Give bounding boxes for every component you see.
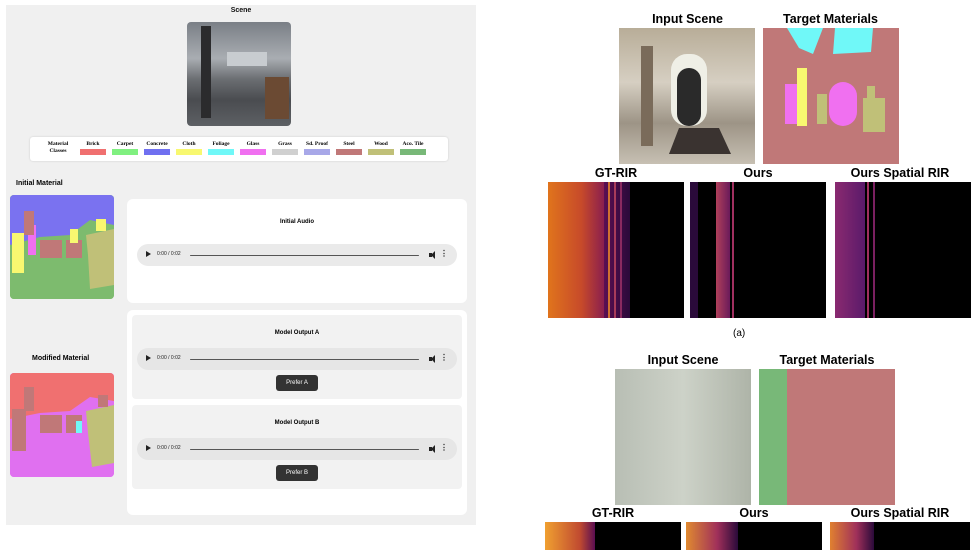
model-outputs-card: Model Output A 0:00 / 0:02 ⋮ Prefer A Mo… <box>127 310 467 515</box>
legend-item-brick: Brick <box>78 141 108 155</box>
legend-header: Material Classes <box>47 141 69 154</box>
fig-a-ours-label: Ours <box>743 166 773 180</box>
prefer-a-button[interactable]: Prefer A <box>276 375 318 391</box>
legend-item-sdproof: Sd. Proof <box>302 141 332 155</box>
model-output-a-title: Model Output A <box>274 330 320 336</box>
prefer-b-button[interactable]: Prefer B <box>276 465 318 481</box>
initial-material-map <box>10 195 114 299</box>
audio-time: 0:00 / 0:02 <box>157 355 181 361</box>
fig-a-caption: (a) <box>733 328 746 339</box>
more-options-icon[interactable]: ⋮ <box>440 250 448 258</box>
survey-panel: Scene Material Classes Brick Carpet Conc… <box>6 5 476 525</box>
fig-a-gt-rir-label: GT-RIR <box>594 166 638 180</box>
fig-a-target-materials-label: Target Materials <box>783 12 878 26</box>
fig-b-ours-label: Ours <box>739 506 769 520</box>
material-legend: Material Classes Brick Carpet Concrete C… <box>30 137 448 161</box>
fig-a-ours-spatial-spectrogram <box>835 182 971 318</box>
model-output-b-title: Model Output B <box>274 420 320 426</box>
legend-item-steel: Steel <box>334 141 364 155</box>
volume-icon[interactable] <box>429 251 437 259</box>
legend-item-wood: Wood <box>366 141 396 155</box>
audio-seek-bar[interactable] <box>190 448 419 450</box>
audio-seek-bar[interactable] <box>190 254 419 256</box>
initial-material-title: Initial Material <box>16 180 63 187</box>
play-icon[interactable] <box>146 445 151 451</box>
fig-b-ours-spatial-label: Ours Spatial RIR <box>850 506 950 520</box>
fig-b-input-scene-label: Input Scene <box>647 353 719 367</box>
more-options-icon[interactable]: ⋮ <box>440 354 448 362</box>
scene-image <box>187 22 291 126</box>
volume-icon[interactable] <box>429 355 437 363</box>
fig-b-input-scene-image <box>615 369 751 505</box>
play-icon[interactable] <box>146 251 151 257</box>
play-icon[interactable] <box>146 355 151 361</box>
volume-icon[interactable] <box>429 445 437 453</box>
fig-b-gt-rir-spectrogram <box>545 522 681 550</box>
audio-seek-bar[interactable] <box>190 358 419 360</box>
legend-item-foliage: Foliage <box>206 141 236 155</box>
fig-b-ours-spectrogram <box>686 522 822 550</box>
initial-audio-title: Initial Audio <box>279 219 315 225</box>
fig-a-ours-spectrogram <box>690 182 826 318</box>
model-output-a-box: Model Output A 0:00 / 0:02 ⋮ Prefer A <box>132 315 462 399</box>
scene-title: Scene <box>230 7 252 14</box>
fig-a-gt-rir-spectrogram <box>548 182 684 318</box>
fig-a-target-materials-image <box>763 28 899 164</box>
model-output-b-box: Model Output B 0:00 / 0:02 ⋮ Prefer B <box>132 405 462 489</box>
audio-time: 0:00 / 0:02 <box>157 445 181 451</box>
legend-item-grass: Grass <box>270 141 300 155</box>
modified-material-title: Modified Material <box>32 355 90 362</box>
legend-item-carpet: Carpet <box>110 141 140 155</box>
model-output-a-player[interactable]: 0:00 / 0:02 ⋮ <box>137 348 457 370</box>
initial-audio-player[interactable]: 0:00 / 0:02 ⋮ <box>137 244 457 266</box>
fig-a-input-scene-image <box>619 28 755 164</box>
fig-b-gt-rir-label: GT-RIR <box>591 506 635 520</box>
legend-item-concrete: Concrete <box>142 141 172 155</box>
initial-audio-card: Initial Audio 0:00 / 0:02 ⋮ <box>127 199 467 303</box>
modified-material-map <box>10 373 114 477</box>
model-output-b-player[interactable]: 0:00 / 0:02 ⋮ <box>137 438 457 460</box>
fig-a-ours-spatial-label: Ours Spatial RIR <box>850 166 950 180</box>
legend-item-cloth: Cloth <box>174 141 204 155</box>
legend-item-glass: Glass <box>238 141 268 155</box>
more-options-icon[interactable]: ⋮ <box>440 444 448 452</box>
fig-a-input-scene-label: Input Scene <box>652 12 723 26</box>
fig-b-target-materials-image <box>759 369 895 505</box>
fig-b-target-materials-label: Target Materials <box>779 353 875 367</box>
fig-b-ours-spatial-spectrogram <box>830 522 970 550</box>
audio-time: 0:00 / 0:02 <box>157 251 181 257</box>
legend-item-acotile: Aco. Tile <box>398 141 428 155</box>
